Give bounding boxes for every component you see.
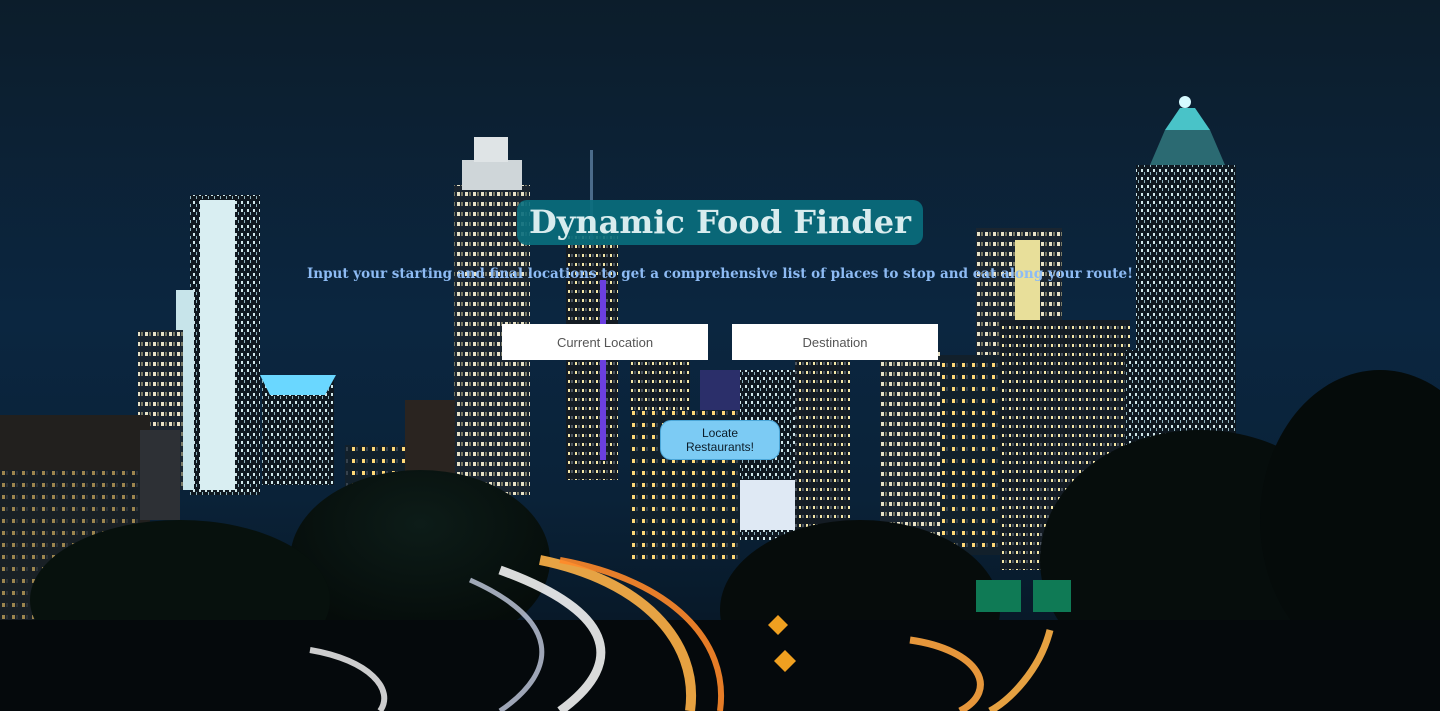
current-location-input[interactable] <box>502 324 708 360</box>
title-container: Dynamic Food Finder <box>0 200 1440 245</box>
page-title: Dynamic Food Finder <box>517 200 923 245</box>
page-subtitle: Input your starting and final locations … <box>306 266 1133 282</box>
background-city-skyline <box>0 0 1440 711</box>
locate-restaurants-button[interactable]: Locate Restaurants! <box>660 420 780 460</box>
destination-input[interactable] <box>732 324 938 360</box>
